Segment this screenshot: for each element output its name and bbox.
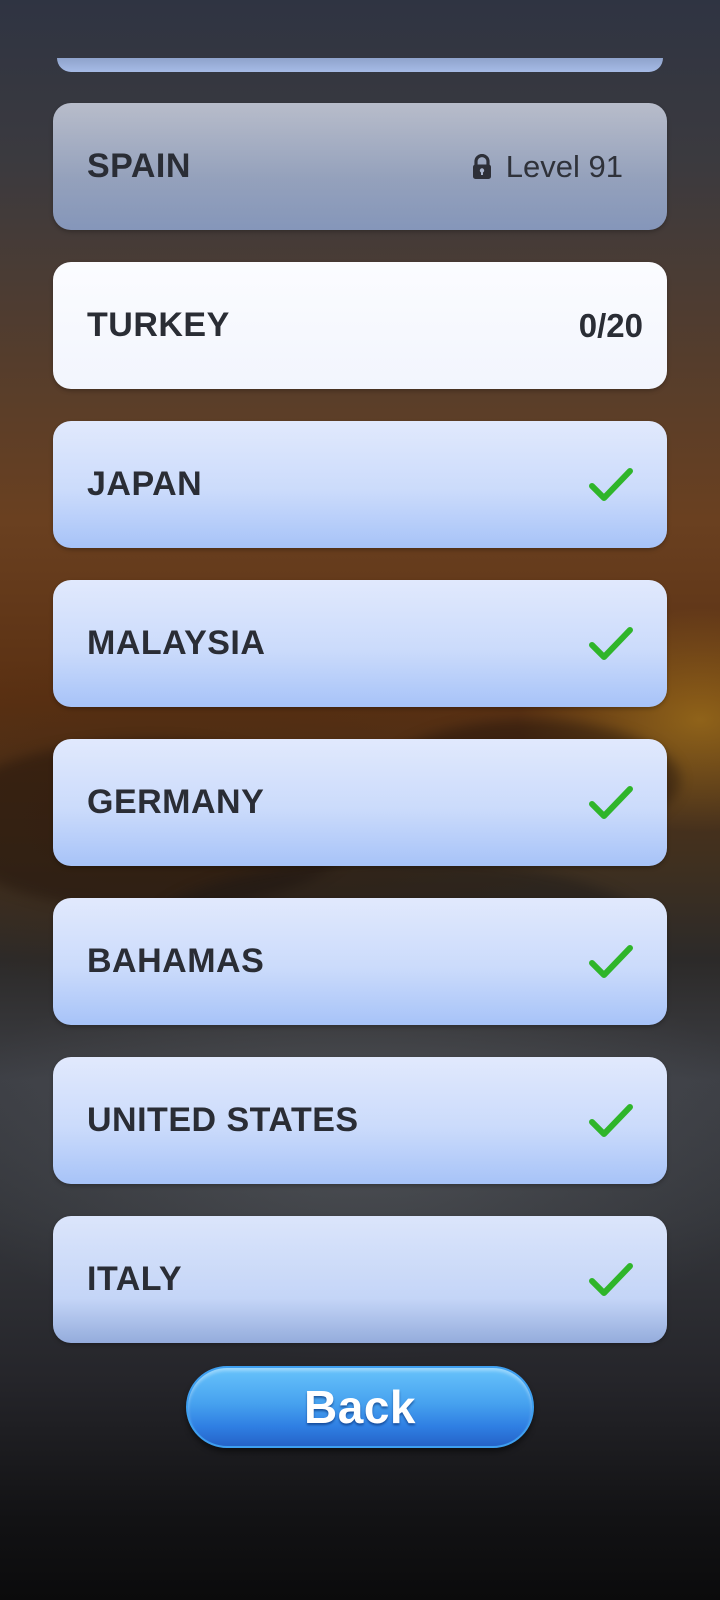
- back-button-label: Back: [304, 1381, 416, 1433]
- lock-icon: [472, 153, 491, 179]
- country-name: MALAYSIA: [87, 624, 266, 662]
- progress-counter: 0/20: [578, 306, 643, 344]
- country-item-spain[interactable]: SPAIN Level 91: [53, 103, 667, 230]
- previous-list-item-edge: [57, 58, 663, 72]
- checkmark-icon: [589, 1103, 633, 1137]
- country-item-japan[interactable]: JAPAN: [53, 421, 667, 548]
- country-name: GERMANY: [87, 783, 265, 821]
- checkmark-icon: [589, 785, 633, 819]
- country-item-bahamas[interactable]: BAHAMAS: [53, 898, 667, 1025]
- country-name: SPAIN: [87, 147, 191, 185]
- country-item-italy[interactable]: ITALY: [53, 1216, 667, 1343]
- country-name: ITALY: [87, 1260, 183, 1298]
- locked-indicator: Level 91: [472, 149, 623, 185]
- unlock-level-label: Level 91: [505, 148, 623, 184]
- game-screen: SPAIN Level 91 TURKEY 0/20 JAPAN MALAYSI…: [0, 0, 720, 1600]
- country-item-germany[interactable]: GERMANY: [53, 739, 667, 866]
- country-name: UNITED STATES: [87, 1101, 359, 1139]
- country-item-malaysia[interactable]: MALAYSIA: [53, 580, 667, 707]
- checkmark-icon: [589, 626, 633, 660]
- checkmark-icon: [589, 944, 633, 978]
- country-item-turkey[interactable]: TURKEY 0/20: [53, 262, 667, 389]
- country-name: JAPAN: [87, 465, 203, 503]
- checkmark-icon: [589, 1262, 633, 1296]
- back-button[interactable]: Back: [186, 1366, 534, 1448]
- country-name: BAHAMAS: [87, 942, 265, 980]
- country-name: TURKEY: [87, 306, 230, 344]
- country-item-united-states[interactable]: UNITED STATES: [53, 1057, 667, 1184]
- checkmark-icon: [589, 467, 633, 501]
